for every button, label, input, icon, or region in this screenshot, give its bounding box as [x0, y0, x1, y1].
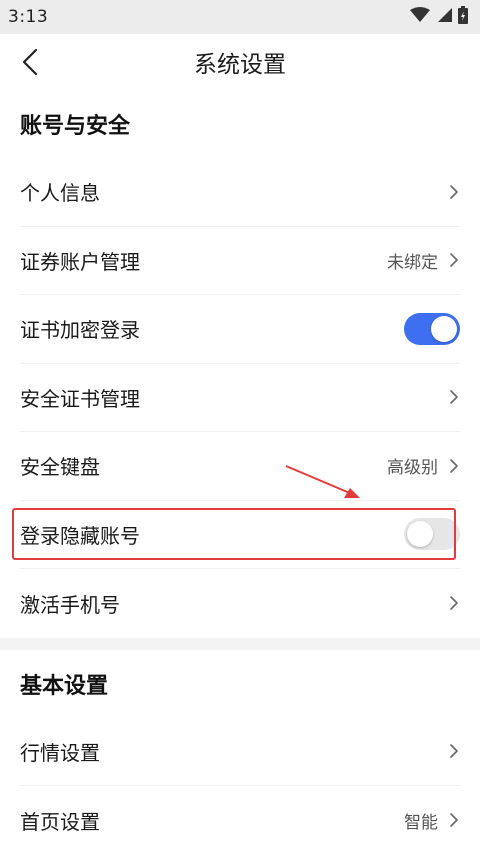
wifi-icon — [410, 7, 430, 27]
signal-icon — [436, 7, 452, 27]
settings-row-securities-account[interactable]: 证券账户管理 未绑定 — [20, 227, 460, 295]
row-label: 安全键盘 — [20, 455, 100, 480]
chevron-right-icon — [448, 594, 460, 612]
nav-bar: 系统设置 — [0, 34, 480, 90]
chevron-right-icon — [448, 742, 460, 760]
chevron-right-icon — [448, 183, 460, 201]
row-value: 智能 — [404, 812, 438, 833]
row-value: 高级别 — [387, 458, 438, 479]
chevron-right-icon — [448, 251, 460, 269]
chevron-right-icon — [448, 388, 460, 406]
back-button[interactable] — [14, 44, 46, 80]
row-value: 未绑定 — [387, 252, 438, 273]
row-label: 安全证书管理 — [20, 386, 140, 411]
settings-row-security-keyboard[interactable]: 安全键盘 高级别 — [20, 432, 460, 501]
section-title-basic: 基本设置 — [20, 673, 109, 699]
section-title-account: 账号与安全 — [20, 114, 131, 139]
settings-row-home-settings[interactable]: 首页设置 智能 — [20, 786, 460, 855]
status-icons — [410, 6, 468, 28]
hide-account-toggle[interactable] — [404, 518, 460, 551]
chevron-left-icon — [22, 48, 38, 76]
status-time: 3:13 — [8, 7, 49, 27]
row-label: 个人信息 — [20, 181, 100, 206]
status-bar: 3:13 — [0, 0, 480, 34]
battery-charging-icon — [458, 6, 468, 28]
page-title: 系统设置 — [194, 52, 286, 78]
row-label: 激活手机号 — [20, 592, 120, 617]
toggle-knob — [407, 521, 433, 548]
row-label: 首页设置 — [20, 809, 100, 834]
settings-row-hide-account: 登录隐藏账号 — [20, 501, 460, 569]
section-divider — [0, 637, 480, 650]
chevron-right-icon — [448, 811, 460, 829]
row-label: 证书加密登录 — [20, 318, 140, 343]
cert-encrypt-login-toggle[interactable] — [404, 312, 460, 345]
row-label: 行情设置 — [20, 740, 100, 765]
settings-row-security-cert[interactable]: 安全证书管理 — [20, 364, 460, 432]
settings-row-market-settings[interactable]: 行情设置 — [20, 718, 460, 786]
toggle-knob — [431, 315, 457, 342]
settings-row-personal-info[interactable]: 个人信息 — [20, 158, 460, 227]
settings-row-activate-phone[interactable]: 激活手机号 — [20, 569, 460, 638]
chevron-right-icon — [448, 457, 460, 475]
settings-row-cert-encrypt-login: 证书加密登录 — [20, 295, 460, 364]
row-label: 登录隐藏账号 — [20, 523, 140, 548]
row-label: 证券账户管理 — [20, 249, 140, 274]
